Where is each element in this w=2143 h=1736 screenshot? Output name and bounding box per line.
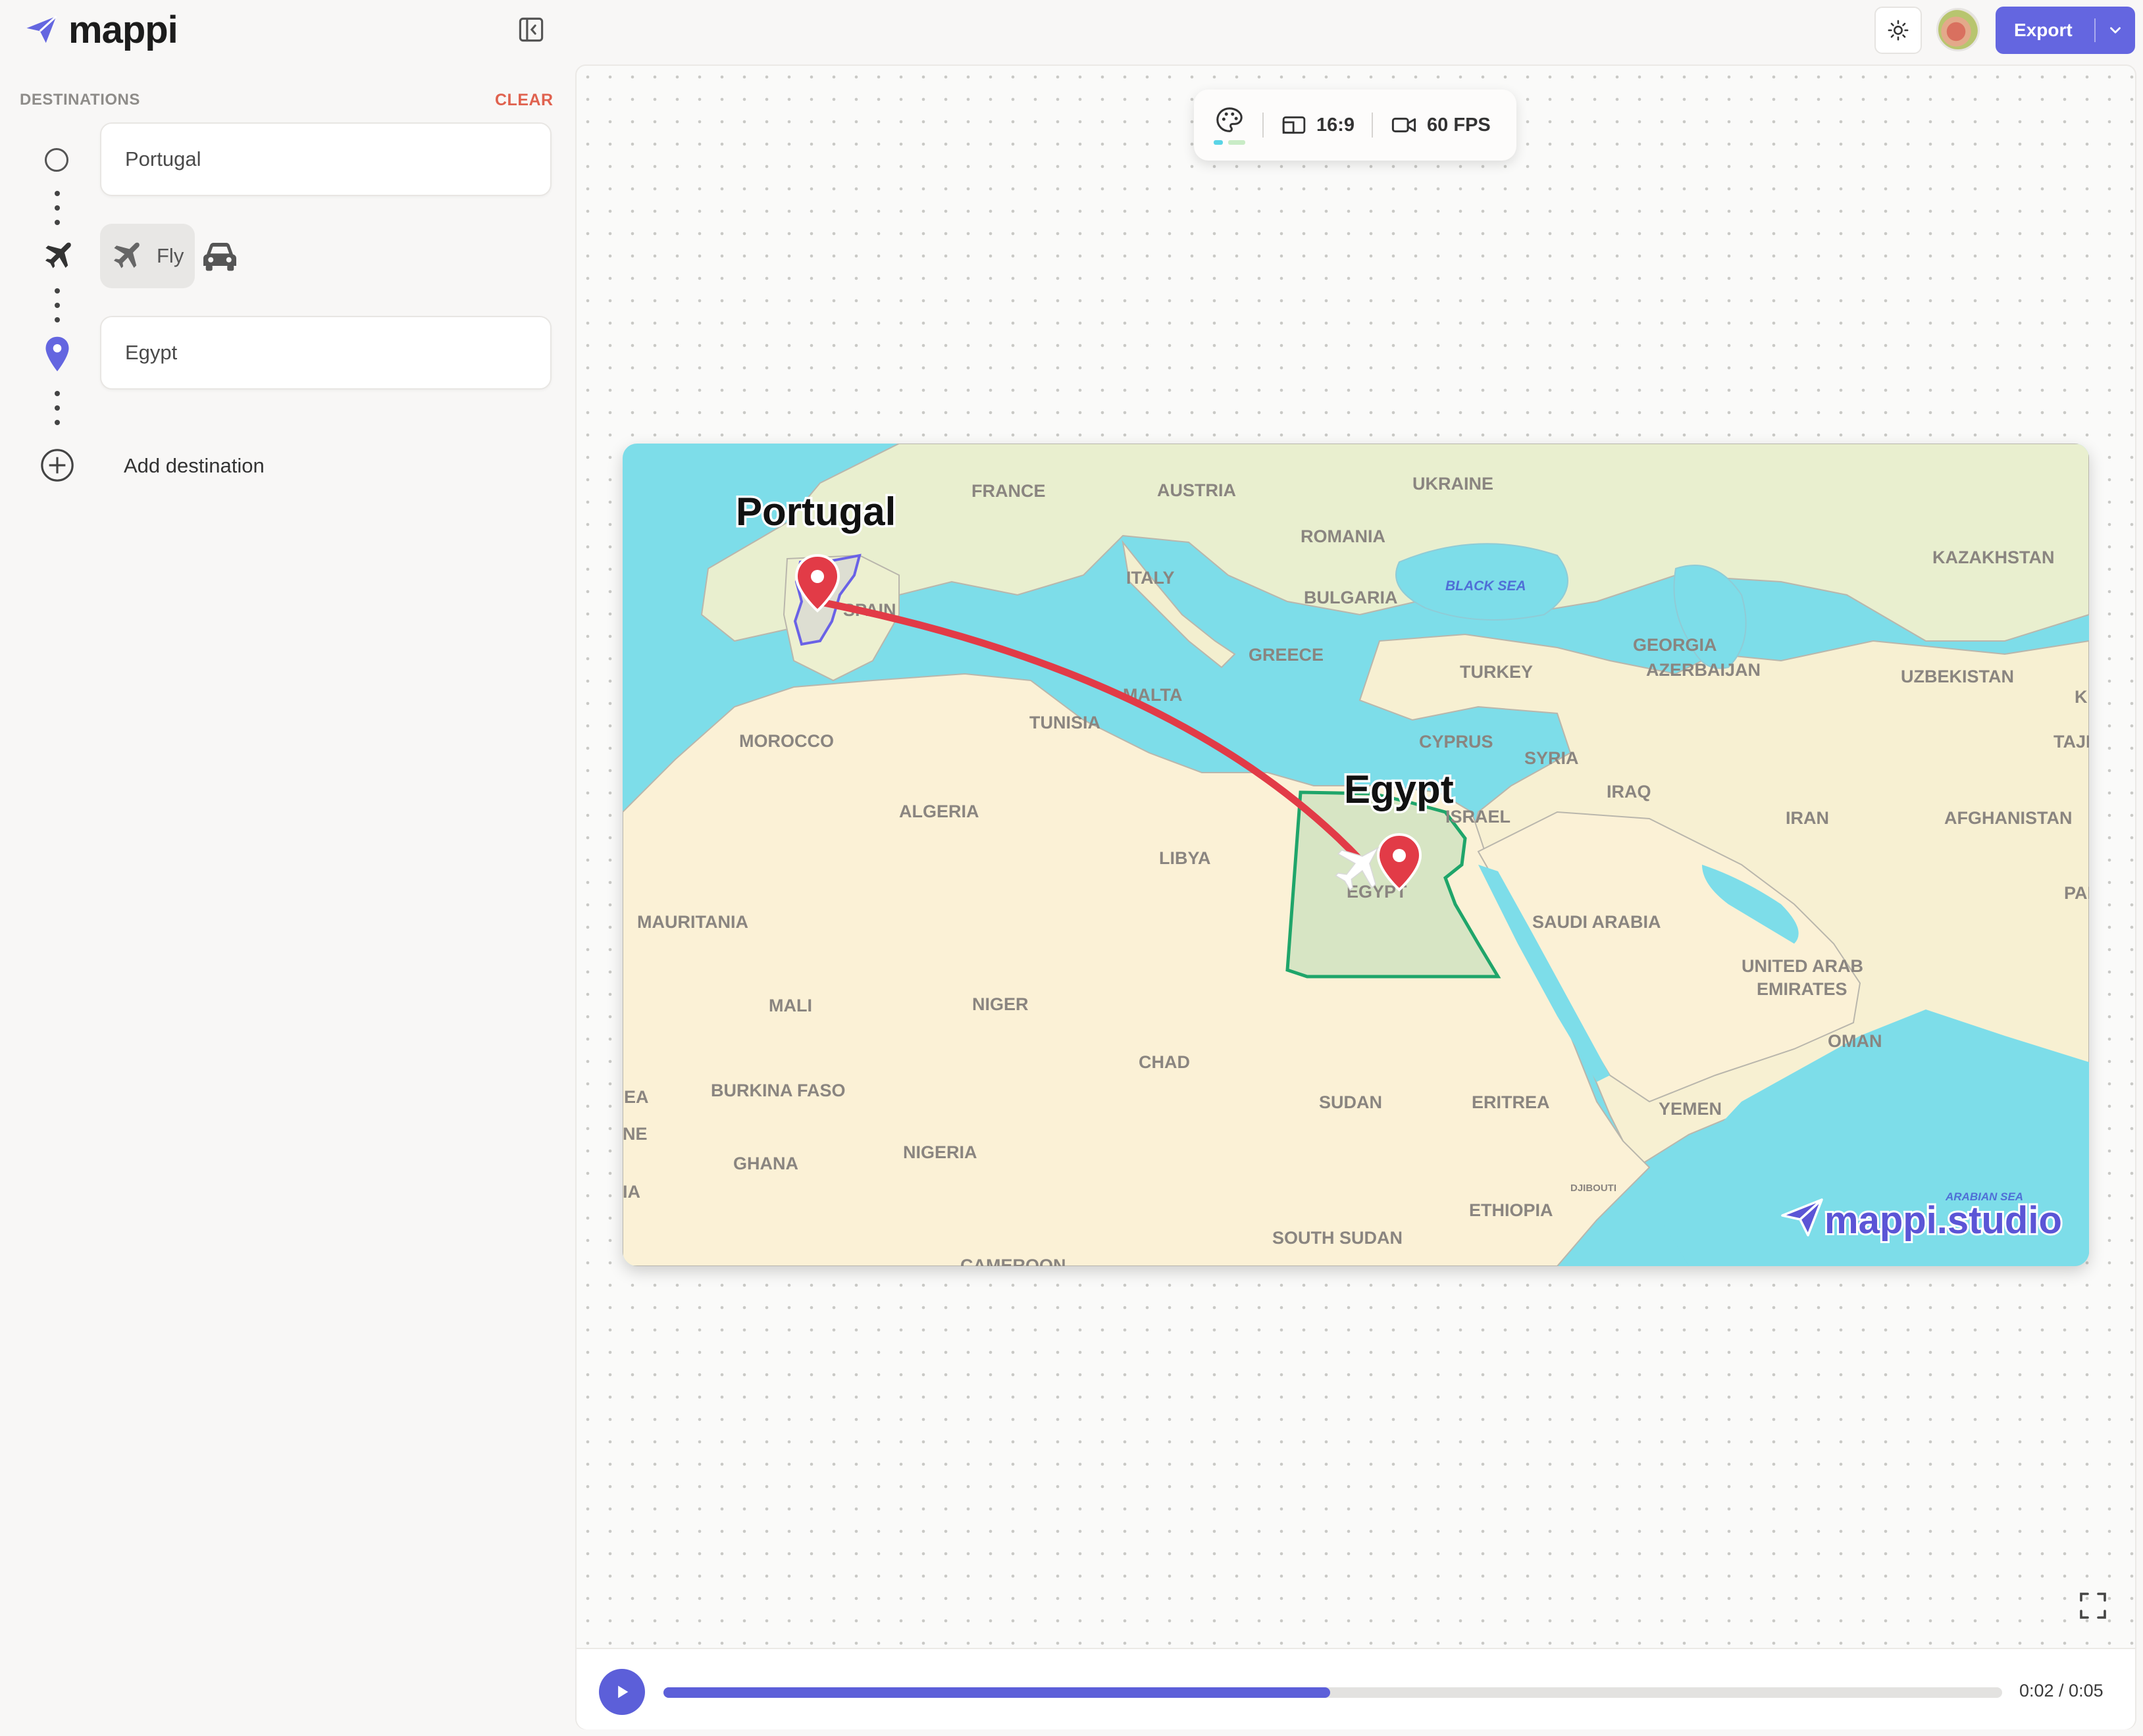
connector-dots [55,191,60,225]
svg-text:BULGARIA: BULGARIA [1304,588,1398,607]
plane-icon [114,242,140,268]
travel-mode-fly[interactable]: Fly [100,224,195,288]
svg-text:EMIRATES: EMIRATES [1757,979,1847,999]
svg-text:UZBEKISTAN: UZBEKISTAN [1901,667,2014,686]
destination-label: Egypt [1344,767,1454,811]
svg-text:NIGERIA: NIGERIA [903,1142,977,1162]
car-icon[interactable] [200,240,240,272]
airplane-icon [45,242,71,268]
app-name: mappi [68,8,178,51]
connector-dots [55,288,60,322]
play-button[interactable] [599,1669,645,1715]
svg-text:K: K [2075,687,2088,707]
destination-input-1[interactable]: Portugal [100,122,552,196]
play-icon [618,1685,629,1698]
svg-text:AFGHANISTAN: AFGHANISTAN [1944,808,2072,828]
location-pin-icon [45,336,69,372]
route-map-preview: FRANCE AUSTRIA UKRAINE ROMANIA KAZAKHSTA… [623,444,2089,1266]
destination-input-2[interactable]: Egypt [100,316,552,390]
svg-text:GREECE: GREECE [1249,645,1324,665]
svg-text:CYPRUS: CYPRUS [1419,732,1493,752]
connector-dots [55,391,60,425]
svg-text:IRAQ: IRAQ [1607,782,1651,802]
sidebar-collapse-icon[interactable] [517,16,545,43]
preview-toolbar: 16:9 60 FPS [1194,89,1516,161]
svg-text:YEMEN: YEMEN [1659,1099,1722,1119]
video-camera-icon [1391,117,1416,133]
watermark: mappi.studio [1781,1197,2064,1244]
svg-text:MALI: MALI [769,996,812,1015]
svg-text:ITALY: ITALY [1126,568,1175,588]
clear-button[interactable]: CLEAR [495,91,554,110]
watermark-text: mappi.studio [1824,1199,2062,1242]
svg-text:OMAN: OMAN [1828,1031,1882,1051]
aspect-ratio-button[interactable]: 16:9 [1281,112,1355,138]
svg-text:IRAN: IRAN [1786,808,1829,828]
svg-text:TAJIKIS: TAJIKIS [2053,732,2089,752]
add-destination-button[interactable]: Add destination [124,454,265,478]
travel-mode-label: Fly [157,244,184,267]
toolbar-divider [1372,113,1374,138]
progress-fill [663,1687,1330,1698]
playback-bar: 0:02 / 0:05 [577,1648,2135,1729]
map-svg: FRANCE AUSTRIA UKRAINE ROMANIA KAZAKHSTA… [623,444,2089,1266]
svg-text:CAMEROON: CAMEROON [960,1256,1066,1266]
fps-button[interactable]: 60 FPS [1390,111,1491,139]
app-logo[interactable]: mappi [24,8,178,51]
svg-text:NE: NE [623,1124,648,1144]
svg-text:UKRAINE: UKRAINE [1412,474,1493,494]
user-avatar[interactable] [1936,8,1980,51]
svg-text:LIBYA: LIBYA [1159,848,1211,868]
aspect-ratio-label: 16:9 [1316,114,1355,136]
svg-text:FRANCE: FRANCE [971,481,1046,501]
svg-text:SAUDI ARABIA: SAUDI ARABIA [1532,912,1661,932]
svg-text:SOUTH SUDAN: SOUTH SUDAN [1272,1228,1403,1248]
palette-swatches [1214,140,1245,145]
svg-text:AUSTRIA: AUSTRIA [1157,480,1236,500]
svg-text:MOROCCO: MOROCCO [739,731,834,751]
aspect-ratio-icon [1282,116,1306,134]
svg-text:ERITREA: ERITREA [1472,1092,1550,1112]
svg-text:TURKEY: TURKEY [1460,662,1533,682]
svg-text:IA: IA [623,1182,640,1202]
theme-toggle-button[interactable] [1874,7,1922,54]
palette-button[interactable] [1214,105,1245,145]
svg-text:SYRIA: SYRIA [1524,748,1579,768]
sun-icon [1888,20,1909,41]
svg-text:PAK: PAK [2064,883,2089,903]
svg-text:CHAD: CHAD [1139,1052,1190,1072]
svg-text:SUDAN: SUDAN [1319,1092,1382,1112]
svg-text:NIGER: NIGER [972,994,1029,1014]
svg-text:BLACK SEA: BLACK SEA [1445,578,1526,594]
svg-text:KAZAKHSTAN: KAZAKHSTAN [1932,548,2054,567]
svg-text:ISRAEL: ISRAEL [1445,807,1510,827]
paper-plane-icon [26,15,57,43]
svg-text:DJIBOUTI: DJIBOUTI [1570,1183,1616,1194]
svg-text:ETHIOPIA: ETHIOPIA [1469,1200,1553,1220]
chevron-down-icon [2110,27,2121,34]
export-button[interactable]: Export [1996,7,2135,54]
toolbar-divider [1262,113,1264,138]
time-display: 0:02 / 0:05 [2019,1681,2104,1700]
svg-text:BURKINA FASO: BURKINA FASO [711,1081,846,1100]
svg-text:UNITED ARAB: UNITED ARAB [1742,956,1863,976]
svg-text:AZERBAIJAN: AZERBAIJAN [1646,660,1761,680]
export-label: Export [2014,20,2073,40]
export-dropdown-toggle[interactable] [2096,22,2135,39]
svg-text:ROMANIA: ROMANIA [1301,526,1385,546]
svg-text:EA: EA [624,1087,649,1107]
destinations-heading: DESTINATIONS [20,91,140,109]
add-circle-icon[interactable] [39,447,75,483]
start-circle-icon [45,148,68,172]
svg-text:ALGERIA: ALGERIA [899,802,979,821]
palette-icon [1216,107,1243,132]
svg-text:MAURITANIA: MAURITANIA [637,912,748,932]
fullscreen-icon[interactable] [2077,1590,2109,1621]
svg-text:TUNISIA: TUNISIA [1029,713,1100,732]
svg-text:GEORGIA: GEORGIA [1633,635,1717,655]
svg-text:GHANA: GHANA [733,1154,798,1173]
progress-track[interactable] [663,1687,2002,1698]
fps-label: 60 FPS [1427,114,1491,136]
origin-label: Portugal [736,490,896,534]
